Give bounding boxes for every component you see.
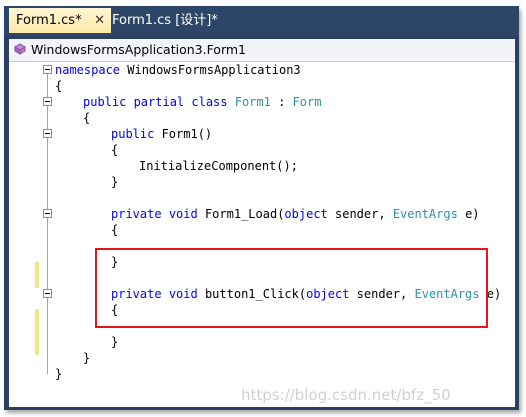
code-text: {	[55, 79, 63, 93]
class-icon	[14, 43, 26, 55]
document-tab-bar: Form1.cs* ✕ Form1.cs [设计]*	[4, 6, 519, 36]
code-text: Form1_Load(	[197, 207, 285, 221]
class-path-label: WindowsFormsApplication3.Form1	[31, 42, 247, 57]
keyword: namespace	[55, 63, 121, 77]
close-icon[interactable]: ✕	[94, 8, 105, 33]
code-line: private void Form1_Load(object sender, E…	[111, 206, 480, 222]
code-line: namespace WindowsFormsApplication3	[55, 62, 301, 78]
code-text: e)	[457, 207, 480, 221]
type-name: Form1	[234, 95, 271, 109]
changed-lines-indicator	[35, 262, 39, 288]
code-line: {	[111, 142, 118, 158]
collapse-icon[interactable]	[43, 65, 52, 74]
code-text: {	[83, 111, 91, 125]
keyword: void	[168, 207, 198, 221]
watermark: https://blog.csdn.net/bfz_50	[241, 386, 451, 404]
keyword: public	[111, 127, 155, 141]
collapse-icon[interactable]	[43, 289, 52, 298]
collapse-icon[interactable]	[43, 209, 52, 218]
code-text: WindowsFormsApplication3	[120, 63, 301, 77]
navigation-bar[interactable]: WindowsFormsApplication3.Form1	[9, 39, 515, 62]
keyword: object	[284, 207, 328, 221]
collapse-icon[interactable]	[43, 97, 52, 106]
code-text: }	[111, 335, 119, 349]
tab-label: Form1.cs [设计]*	[112, 13, 218, 28]
code-line: }	[111, 174, 118, 190]
code-pane: WindowsFormsApplication3.Form1 namespace…	[9, 39, 515, 407]
code-text: }	[55, 367, 63, 381]
code-editor[interactable]: namespace WindowsFormsApplication3 { pub…	[9, 62, 515, 407]
code-text: InitializeComponent();	[139, 159, 298, 173]
code-text: {	[111, 223, 119, 237]
type-name: EventArgs	[392, 207, 458, 221]
tab-form1-cs[interactable]: Form1.cs* ✕	[9, 8, 111, 33]
code-text: {	[111, 143, 119, 157]
code-text: :	[270, 95, 293, 109]
code-line: }	[55, 366, 62, 382]
code-line: {	[83, 110, 90, 126]
changed-lines-indicator	[35, 309, 39, 355]
code-line: }	[83, 350, 90, 366]
red-highlight-box	[95, 248, 488, 328]
keyword: private	[111, 207, 162, 221]
editor-window: Form1.cs* ✕ Form1.cs [设计]* WindowsFormsA…	[4, 6, 519, 410]
keyword: public partial class	[83, 95, 228, 109]
code-line: public Form1()	[111, 126, 212, 142]
code-text: Form1()	[154, 127, 213, 141]
type-name: Form	[292, 95, 322, 109]
code-text: sender,	[327, 207, 393, 221]
code-text: }	[83, 351, 91, 365]
collapse-icon[interactable]	[43, 129, 52, 138]
tab-label: Form1.cs*	[16, 13, 82, 28]
code-line: {	[55, 78, 62, 94]
code-text: }	[111, 175, 119, 189]
code-line: {	[111, 222, 118, 238]
tab-form1-designer[interactable]: Form1.cs [设计]*	[105, 8, 242, 33]
code-line: }	[111, 334, 118, 350]
code-line: InitializeComponent();	[139, 158, 298, 174]
code-line: public partial class Form1 : Form	[83, 94, 321, 110]
